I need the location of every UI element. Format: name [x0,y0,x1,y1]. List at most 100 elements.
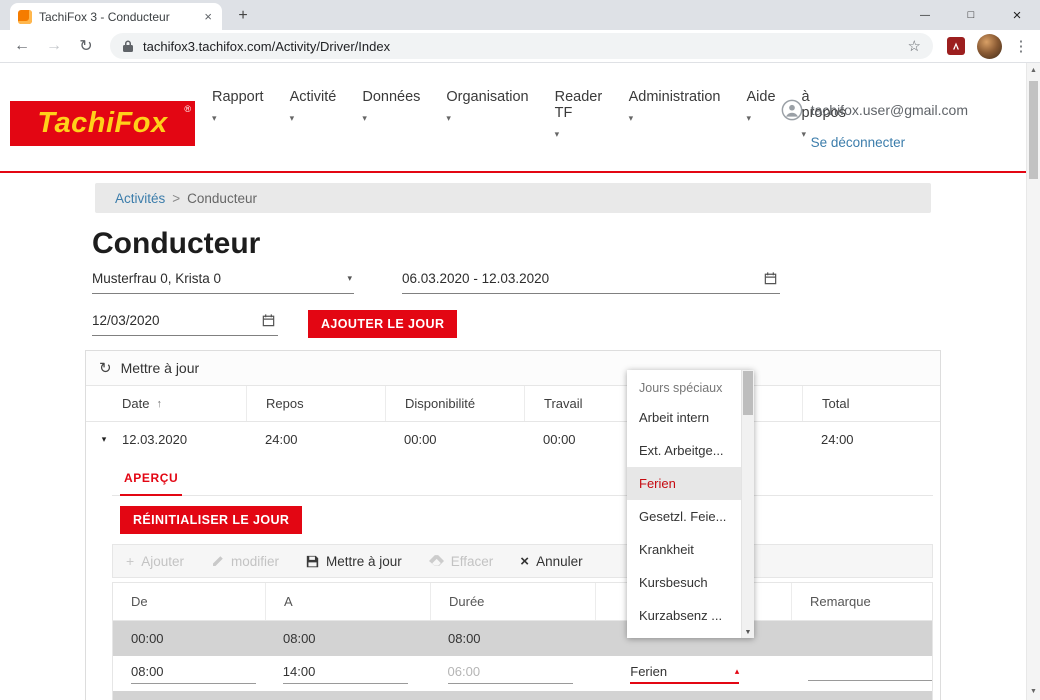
menu-activite[interactable]: Activité ▾ [290,89,337,140]
profile-avatar[interactable] [977,34,1002,59]
column-header-total[interactable]: Total [802,386,940,421]
menu-rapport[interactable]: Rapport ▾ [212,89,264,140]
page-scrollbar[interactable]: ▲ ▼ [1026,63,1040,700]
remarque-input[interactable] [808,664,932,681]
a-input[interactable]: 14:00 [283,664,408,684]
column-header-duree[interactable]: Durée [430,583,595,620]
cell-de: 00:00 [113,631,265,646]
menu-reader-tf[interactable]: Reader TF ▾ [555,89,603,140]
dropdown-group-label: Jours spéciaux [627,372,741,401]
browser-tab-strip: TachiFox 3 - Conducteur × + — □ × [0,0,1040,30]
column-header-a[interactable]: A [265,583,430,620]
person-icon [781,99,803,121]
cell-a: 08:00 [265,631,430,646]
duree-input[interactable]: 06:00 [448,664,573,684]
column-header-de[interactable]: De [113,583,265,620]
logout-link[interactable]: Se déconnecter [811,135,968,150]
bookmark-star-icon[interactable]: ☆ [908,37,921,55]
menu-administration[interactable]: Administration ▾ [629,89,721,140]
shift-row[interactable]: 00:00 08:00 08:00 [113,621,932,656]
dropdown-item[interactable]: Kurzabsenz ... [627,599,741,632]
detail-tabs: APERÇU [112,461,933,496]
browser-toolbar: ← → ↻ tachifox3.tachifox.com/Activity/Dr… [0,30,1040,63]
browser-tab[interactable]: TachiFox 3 - Conducteur × [10,3,222,30]
column-header-date[interactable]: Date ↑ [86,386,246,421]
main-nav: Rapport ▾ Activité ▾ Données ▾ Organisat… [212,89,852,140]
day-table-header: Date ↑ Repos Disponibilité Travail Total [86,386,940,422]
page-title: Conducteur [92,227,941,261]
calendar-icon [261,313,276,328]
back-button[interactable]: ← [8,37,36,55]
menu-label: Rapport [212,89,264,105]
browser-menu-icon[interactable]: ⋮ [1010,37,1032,55]
tab-apercu[interactable]: APERÇU [120,461,182,496]
user-account[interactable]: tachifox.user@gmail.com [781,99,968,121]
url-text: tachifox3.tachifox.com/Activity/Driver/I… [143,39,899,54]
column-header-repos[interactable]: Repos [246,386,385,421]
dropdown-scrollbar[interactable]: ▼ [741,370,754,638]
toolbar-add-label: Ajouter [141,554,184,569]
filter-row-2: 12/03/2020 AJOUTER LE JOUR [92,310,941,338]
content: Activités > Conducteur Conducteur Muster… [85,183,941,700]
window-minimize-button[interactable]: — [902,0,948,30]
shift-table: De A Durée Remarque 00:00 08:00 08:00 [112,582,933,700]
user-box: tachifox.user@gmail.com Se déconnecter [781,99,968,150]
breadcrumb-separator: > [172,191,180,206]
reset-day-button[interactable]: RÉINITIALISER LE JOUR [120,506,302,534]
menu-label: Organisation [446,89,528,105]
scroll-down-icon[interactable]: ▼ [1027,685,1040,699]
logo-text: TachiFox [37,107,167,140]
window-maximize-button[interactable]: □ [948,0,994,30]
dropdown-scrollbar-thumb[interactable] [743,371,753,415]
chevron-down-icon: ▾ [347,273,352,284]
toolbar-clear-button[interactable]: Effacer [429,554,494,569]
add-day-button[interactable]: AJOUTER LE JOUR [308,310,457,338]
toolbar-edit-button[interactable]: modifier [211,554,279,569]
toolbar-update-label: Mettre à jour [326,554,402,569]
scroll-down-icon[interactable]: ▼ [742,629,754,636]
day-panel: ↻ Mettre à jour Date ↑ Repos Disponibili… [85,350,941,700]
dropdown-item[interactable]: Kursbesuch [627,566,741,599]
type-select-value: Ferien [630,664,667,679]
dropdown-item-selected[interactable]: Ferien [627,467,741,500]
dropdown-list: Jours spéciaux Arbeit intern Ext. Arbeit… [627,370,741,638]
driver-select[interactable]: Musterfrau 0, Krista 0 ▾ [92,271,354,294]
toolbar-edit-label: modifier [231,554,279,569]
tab-close-icon[interactable]: × [202,9,214,24]
reload-button[interactable]: ↻ [72,36,100,56]
type-select[interactable]: Ferien ▴ [630,664,739,684]
column-header-remarque[interactable]: Remarque [791,583,932,620]
row-expander-icon[interactable]: ▾ [86,434,122,445]
refresh-button[interactable]: ↻ Mettre à jour [86,351,940,386]
date-input[interactable]: 12/03/2020 [92,313,278,336]
menu-donnees[interactable]: Données ▾ [362,89,420,140]
dropdown-item[interactable]: Gesetzl. Feie... [627,500,741,533]
tachifox-logo[interactable]: TachiFox ® [10,101,195,146]
breadcrumb-activites-link[interactable]: Activités [115,191,165,206]
toolbar-update-button[interactable]: Mettre à jour [306,554,402,569]
scroll-up-icon[interactable]: ▲ [1027,64,1040,78]
window-close-button[interactable]: × [994,0,1040,30]
shift-row[interactable]: 14:00 15:00 01:00 Repos [113,691,932,700]
pdf-extension-icon[interactable] [947,37,965,55]
dropdown-item[interactable]: Ext. Arbeitge... [627,434,741,467]
column-header-disponibilite[interactable]: Disponibilité [385,386,524,421]
day-row[interactable]: ▾ 12.03.2020 24:00 00:00 00:00 24:00 [86,422,940,457]
menu-aide[interactable]: Aide ▾ [746,89,775,140]
toolbar-add-button[interactable]: + Ajouter [126,553,184,569]
toolbar-cancel-button[interactable]: × Annuler [520,553,582,570]
menu-organisation[interactable]: Organisation ▾ [446,89,528,140]
page-scrollbar-thumb[interactable] [1029,81,1038,179]
dropdown-item[interactable]: Krankheit [627,533,741,566]
driver-select-value: Musterfrau 0, Krista 0 [92,271,221,286]
new-tab-button[interactable]: + [232,7,254,25]
chevron-down-icon: ▾ [446,113,451,124]
forward-button[interactable]: → [40,37,68,55]
dropdown-item[interactable]: Arbeit intern [627,401,741,434]
de-input[interactable]: 08:00 [131,664,256,684]
shift-row-editing[interactable]: 08:00 14:00 06:00 Ferien ▴ [113,656,932,691]
date-range-input[interactable]: 06.03.2020 - 12.03.2020 [402,271,780,294]
chevron-down-icon: ▾ [362,113,367,124]
date-input-value: 12/03/2020 [92,313,160,328]
address-bar[interactable]: tachifox3.tachifox.com/Activity/Driver/I… [110,33,933,59]
